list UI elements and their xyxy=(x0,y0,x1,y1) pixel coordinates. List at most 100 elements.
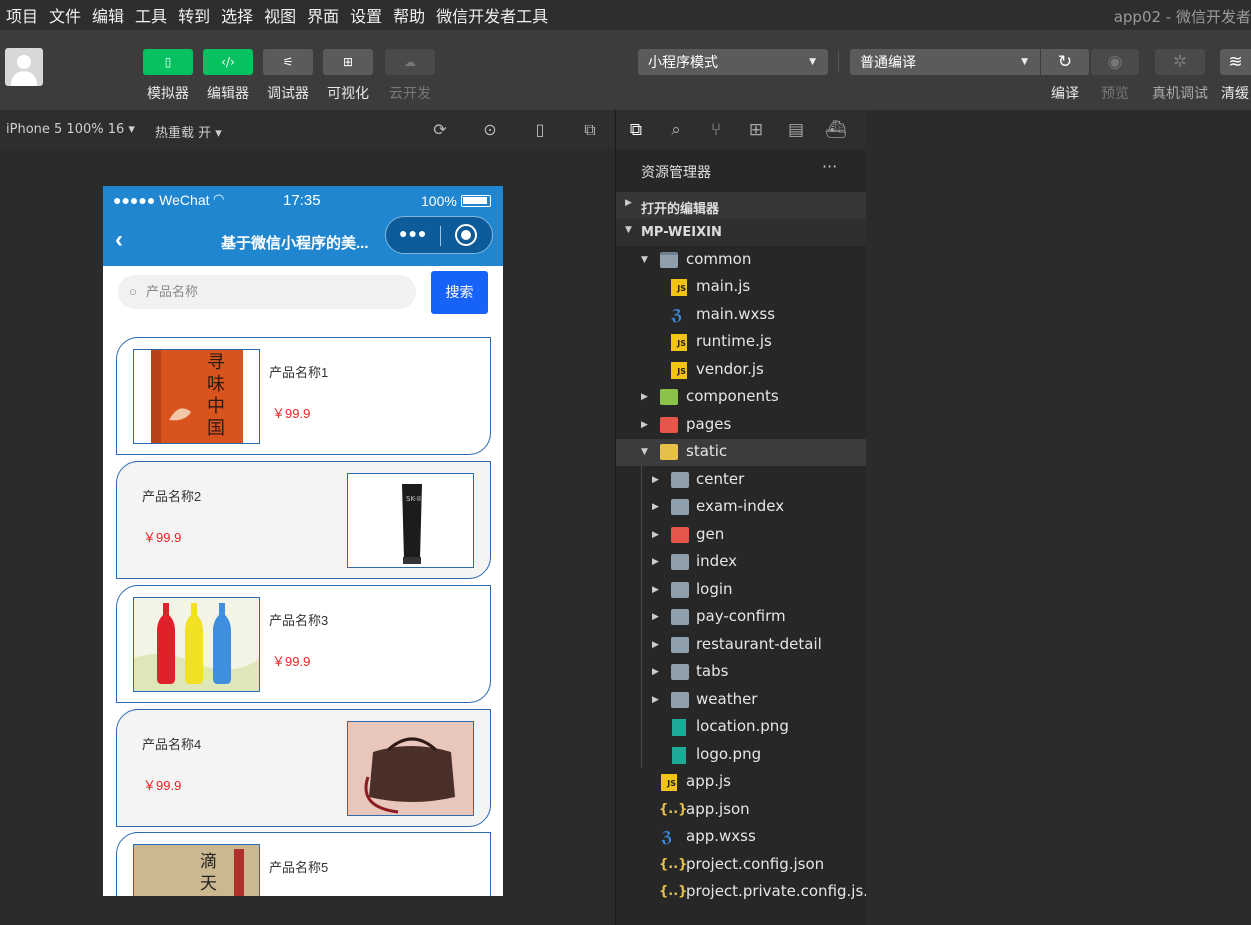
json-file-icon: {..} xyxy=(659,802,688,817)
tree-file[interactable]: {..} project.private.config.js... xyxy=(616,879,878,906)
tree-file[interactable]: JS runtime.js xyxy=(616,329,866,356)
product-price: ￥99.9 xyxy=(143,530,182,545)
tree-folder[interactable]: ▶ index xyxy=(616,549,866,576)
explorer-panel: ⧉ ⌕ ⑂ ⊞ ▤ ⛴ 资源管理器 ··· ▶ 打开的编辑器 ▼ MP-WEIX… xyxy=(616,110,878,925)
menu-select[interactable]: 选择 xyxy=(221,3,253,27)
compile-select[interactable]: 普通编译 ▼ xyxy=(850,49,1040,75)
compile-button[interactable]: ↻ xyxy=(1041,49,1089,75)
product-card[interactable]: 产品名称2 ￥99.9 SK-II xyxy=(116,461,491,579)
menu-settings[interactable]: 设置 xyxy=(350,3,382,27)
folder-icon xyxy=(660,417,678,433)
simulator-toggle-button[interactable]: ▯ xyxy=(143,49,193,75)
folder-icon xyxy=(671,582,689,598)
nav-bar: ‹ 基于微信小程序的美... ●●● xyxy=(103,216,503,266)
menu-devtools[interactable]: 微信开发者工具 xyxy=(436,3,548,27)
wifi-icon: ◠ xyxy=(213,191,225,206)
tree-label: login xyxy=(696,580,733,598)
save-icon[interactable]: ▤ xyxy=(785,119,807,141)
tree-file[interactable]: ℨ main.wxss xyxy=(616,302,866,329)
remote-debug-label: 真机调试 xyxy=(1152,86,1208,102)
back-arrow-icon[interactable]: ‹ xyxy=(115,226,123,254)
menu-tools[interactable]: 工具 xyxy=(135,3,167,27)
visual-toggle-button[interactable]: ⊞ xyxy=(323,49,373,75)
tree-folder[interactable]: ▶ weather xyxy=(616,687,866,714)
tree-folder-static[interactable]: ▼ static xyxy=(616,439,866,466)
menu-view[interactable]: 视图 xyxy=(264,3,296,27)
tree-folder-pages[interactable]: ▶ pages xyxy=(616,412,866,439)
folder-icon xyxy=(660,389,678,405)
svg-text:滴: 滴 xyxy=(200,852,217,872)
editor-area[interactable] xyxy=(866,110,1251,925)
files-icon[interactable]: ⧉ xyxy=(625,119,647,141)
menu-interface[interactable]: 界面 xyxy=(307,3,339,27)
debugger-toggle-button[interactable]: ⚟ xyxy=(263,49,313,75)
search-icon[interactable]: ⌕ xyxy=(665,119,687,141)
git-branch-icon[interactable]: ⑂ xyxy=(705,119,727,141)
more-dots-icon[interactable]: ●●● xyxy=(399,225,427,241)
device-select[interactable]: iPhone 5 100% 16 ▾ xyxy=(6,122,135,137)
tree-folder[interactable]: ▶ gen xyxy=(616,522,866,549)
tree-folder-common[interactable]: ▼ common xyxy=(616,247,866,274)
tree-folder[interactable]: ▶ tabs xyxy=(616,659,866,686)
tree-folder[interactable]: ▶ restaurant-detail xyxy=(616,632,866,659)
root-folder-label: MP-WEIXIN xyxy=(641,225,722,240)
tree-folder[interactable]: ▶ login xyxy=(616,577,866,604)
more-icon[interactable]: ··· xyxy=(822,157,837,176)
battery-percent: 100% xyxy=(421,193,457,209)
product-card[interactable]: 产品名称4 ￥99.9 xyxy=(116,709,491,827)
rotate-icon[interactable]: ⟳ xyxy=(430,120,450,140)
caret-down-icon: ▼ xyxy=(1021,57,1028,67)
search-button[interactable]: 搜索 xyxy=(431,271,488,314)
close-record-icon[interactable] xyxy=(455,224,477,246)
tree-folder[interactable]: ▶ exam-index xyxy=(616,494,866,521)
search-input[interactable]: ○ 产品名称 xyxy=(118,275,416,309)
tree-folder[interactable]: ▶ pay-confirm xyxy=(616,604,866,631)
editor-toggle-button[interactable]: ‹/› xyxy=(203,49,253,75)
tree-label: vendor.js xyxy=(696,360,764,378)
debug-sliders-icon: ⚟ xyxy=(282,55,294,69)
tree-label: weather xyxy=(696,690,758,708)
tree-file[interactable]: ℨ app.wxss xyxy=(616,824,866,851)
chevron-right-icon: ▶ xyxy=(641,420,648,430)
svg-text:寻: 寻 xyxy=(207,352,225,373)
stop-record-icon[interactable]: ⊙ xyxy=(480,120,500,140)
phone-frame-icon[interactable]: ▯ xyxy=(530,120,550,140)
chevron-down-icon: ▼ xyxy=(641,255,648,265)
product-card[interactable]: 产品名称3 ￥99.9 xyxy=(116,585,491,703)
menu-file[interactable]: 文件 xyxy=(49,3,81,27)
tree-file[interactable]: JS vendor.js xyxy=(616,357,866,384)
menu-goto[interactable]: 转到 xyxy=(178,3,210,27)
preview-button[interactable]: ◉ xyxy=(1091,49,1139,75)
docker-icon[interactable]: ⛴ xyxy=(825,119,847,141)
detach-window-icon[interactable]: ⧉ xyxy=(580,120,600,140)
search-placeholder: 产品名称 xyxy=(146,284,199,299)
hot-reload-toggle[interactable]: 热重载 开 ▾ xyxy=(155,122,222,141)
code-icon: ‹/› xyxy=(221,55,235,69)
menu-project[interactable]: 项目 xyxy=(6,3,38,27)
remote-debug-button[interactable]: ✲ xyxy=(1155,49,1205,75)
chevron-right-icon: ▶ xyxy=(652,475,659,485)
chevron-right-icon: ▶ xyxy=(652,557,659,567)
extensions-icon[interactable]: ⊞ xyxy=(745,119,767,141)
tree-folder-components[interactable]: ▶ components xyxy=(616,384,866,411)
clear-cache-button[interactable]: ≋ xyxy=(1220,49,1251,75)
mode-select[interactable]: 小程序模式 ▼ xyxy=(638,49,828,75)
root-folder-section[interactable]: ▼ MP-WEIXIN xyxy=(616,219,866,246)
cloud-dev-button[interactable]: ☁ xyxy=(385,49,435,75)
tree-folder[interactable]: ▶ center xyxy=(616,467,866,494)
menu-edit[interactable]: 编辑 xyxy=(92,3,124,27)
tree-file[interactable]: logo.png xyxy=(616,742,866,769)
product-card[interactable]: 寻 味 中 国 产品名称1 ￥99.9 xyxy=(116,337,491,455)
open-editors-section[interactable]: ▶ 打开的编辑器 xyxy=(616,192,866,219)
tree-file[interactable]: {..} project.config.json xyxy=(616,852,866,879)
tree-label: app.wxss xyxy=(686,827,756,845)
js-file-icon: JS xyxy=(671,362,687,379)
product-card[interactable]: 滴 天 产品名称5 xyxy=(116,832,491,896)
avatar[interactable] xyxy=(5,48,43,86)
tree-file[interactable]: {..} app.json xyxy=(616,797,866,824)
menu-help[interactable]: 帮助 xyxy=(393,3,425,27)
tree-file[interactable]: JS main.js xyxy=(616,274,866,301)
tree-file[interactable]: JS app.js xyxy=(616,769,866,796)
tree-file[interactable]: location.png xyxy=(616,714,866,741)
tree-label: main.wxss xyxy=(696,305,776,323)
